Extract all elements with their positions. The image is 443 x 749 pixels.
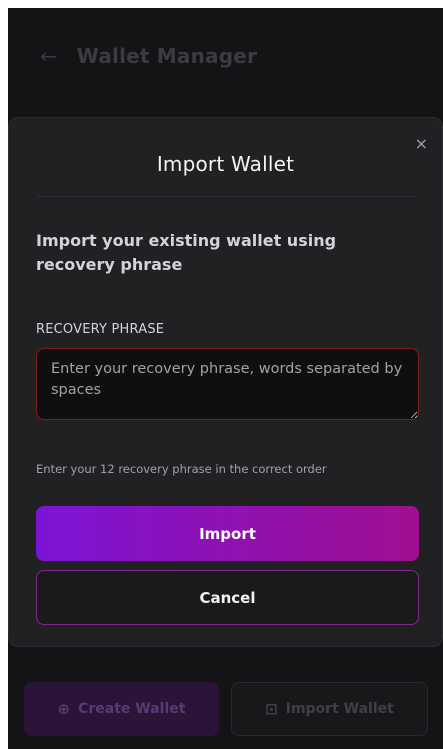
create-wallet-label: Create Wallet [78,701,186,717]
import-wallet-label: Import Wallet [285,701,394,717]
import-button[interactable]: Import [36,506,419,561]
create-wallet-button[interactable]: ⊕ Create Wallet [24,682,219,736]
back-arrow-icon[interactable]: ← [40,46,57,66]
import-icon: ⊡ [265,700,278,718]
plus-circle-icon: ⊕ [57,700,71,718]
recovery-phrase-label: RECOVERY PHRASE [36,322,165,337]
modal-title: Import Wallet [156,152,295,176]
import-wallet-modal: × Import Wallet Import your existing wal… [8,117,443,647]
close-icon[interactable]: × [415,136,428,152]
cancel-button[interactable]: Cancel [36,570,419,625]
import-wallet-button[interactable]: ⊡ Import Wallet [231,682,428,736]
app-screen: ← Wallet Manager ⊕ Create Wallet ⊡ Impor… [8,8,443,749]
app-header: ← Wallet Manager [40,44,257,68]
app-title: Wallet Manager [76,44,258,68]
bottom-actions: ⊕ Create Wallet ⊡ Import Wallet [24,682,428,736]
recovery-phrase-input[interactable] [36,348,419,420]
recovery-phrase-hint: Enter your 12 recovery phrase in the cor… [36,462,327,476]
title-divider [37,196,414,197]
modal-subtitle: Import your existing wallet using recove… [36,231,337,274]
